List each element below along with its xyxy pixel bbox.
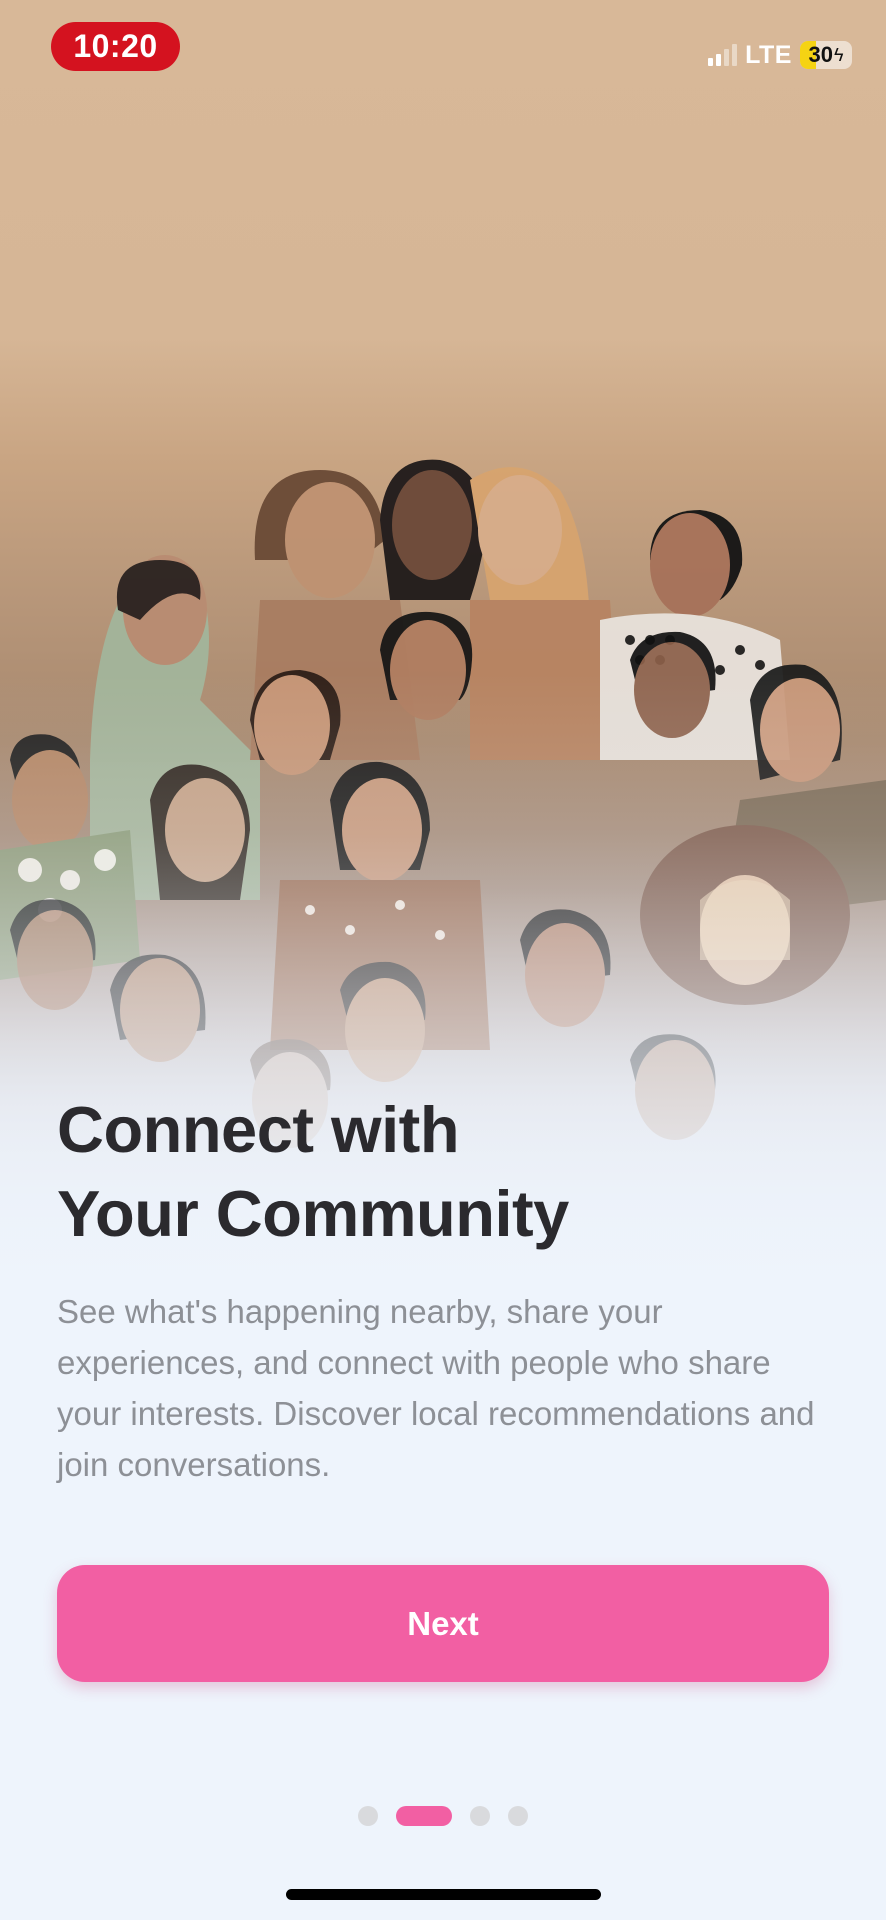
next-button[interactable]: Next [57, 1565, 829, 1682]
title-line-1: Connect with [57, 1093, 460, 1166]
battery-percentage: 30 [808, 42, 833, 67]
page-dot-1[interactable] [358, 1806, 378, 1826]
onboarding-screen: 10:20 LTE 30 ϟ Connect with Your Communi… [0, 0, 886, 1920]
home-indicator[interactable] [286, 1889, 601, 1900]
status-indicators: LTE 30 ϟ [708, 38, 852, 72]
title-line-2: Your Community [57, 1177, 569, 1250]
onboarding-title: Connect with Your Community [57, 1088, 837, 1256]
page-dot-4[interactable] [508, 1806, 528, 1826]
status-time: 10:20 [51, 22, 180, 71]
network-type-label: LTE [745, 40, 792, 69]
onboarding-description: See what's happening nearby, share your … [57, 1293, 815, 1483]
battery-icon: 30 ϟ [800, 41, 852, 69]
page-indicator [0, 1805, 886, 1827]
charging-bolt-icon: ϟ [833, 44, 844, 65]
status-bar: 10:20 LTE 30 ϟ [0, 0, 886, 100]
page-dot-2-active[interactable] [396, 1806, 452, 1826]
page-dot-3[interactable] [470, 1806, 490, 1826]
signal-strength-icon [708, 44, 738, 66]
